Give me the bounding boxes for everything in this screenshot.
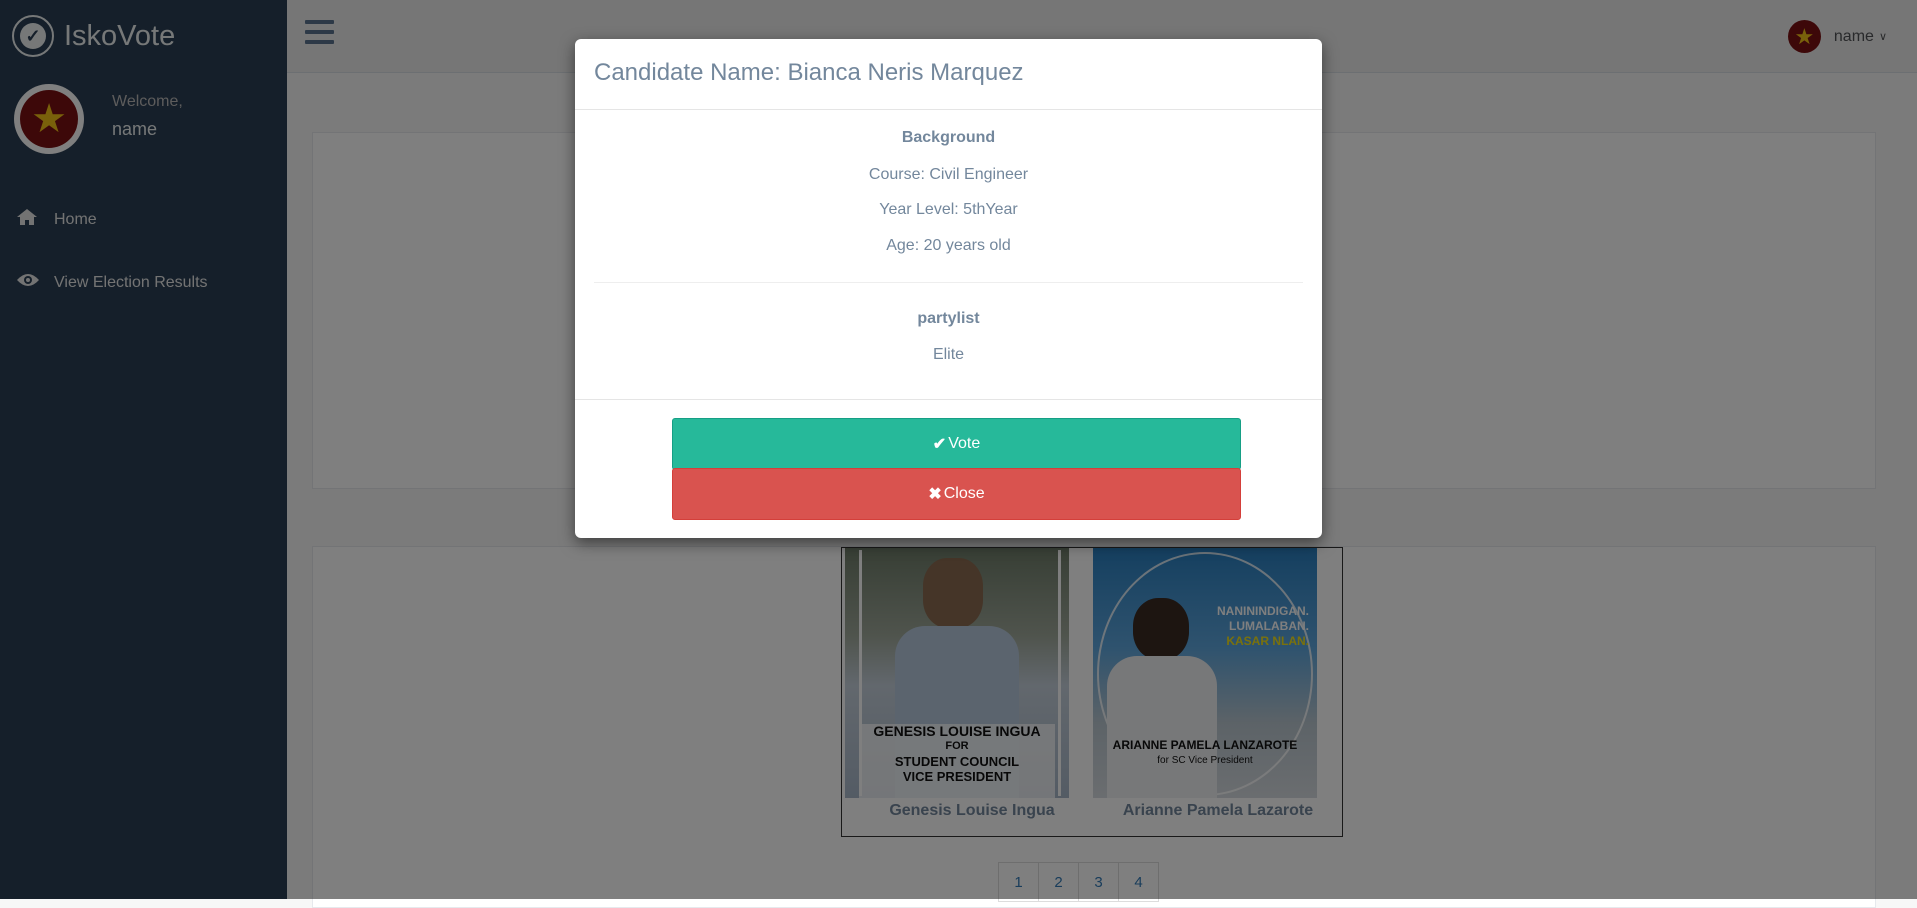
- vote-button[interactable]: ✔ Vote: [672, 418, 1241, 470]
- partylist-value: Elite: [932, 346, 965, 363]
- close-button[interactable]: ✖ Close: [672, 468, 1241, 520]
- course-text: Course: Civil Engineer: [868, 166, 1029, 183]
- modal-header: Candidate Name: Bianca Neris Marquez: [575, 39, 1322, 110]
- check-icon: ✔: [932, 436, 947, 453]
- modal-title: Candidate Name: Bianca Neris Marquez: [594, 59, 1024, 86]
- partylist-heading: partylist: [917, 310, 980, 327]
- background-heading: Background: [901, 129, 996, 146]
- divider: [594, 282, 1303, 283]
- modal-footer: [575, 399, 1322, 400]
- year-level-text: Year Level: 5thYear: [879, 201, 1018, 218]
- close-button-label: Close: [943, 485, 985, 502]
- age-text: Age: 20 years old: [886, 237, 1011, 254]
- close-icon: ✖: [928, 486, 942, 503]
- vote-button-label: Vote: [948, 435, 981, 452]
- candidate-modal: Candidate Name: Bianca Neris Marquez Bac…: [575, 39, 1322, 538]
